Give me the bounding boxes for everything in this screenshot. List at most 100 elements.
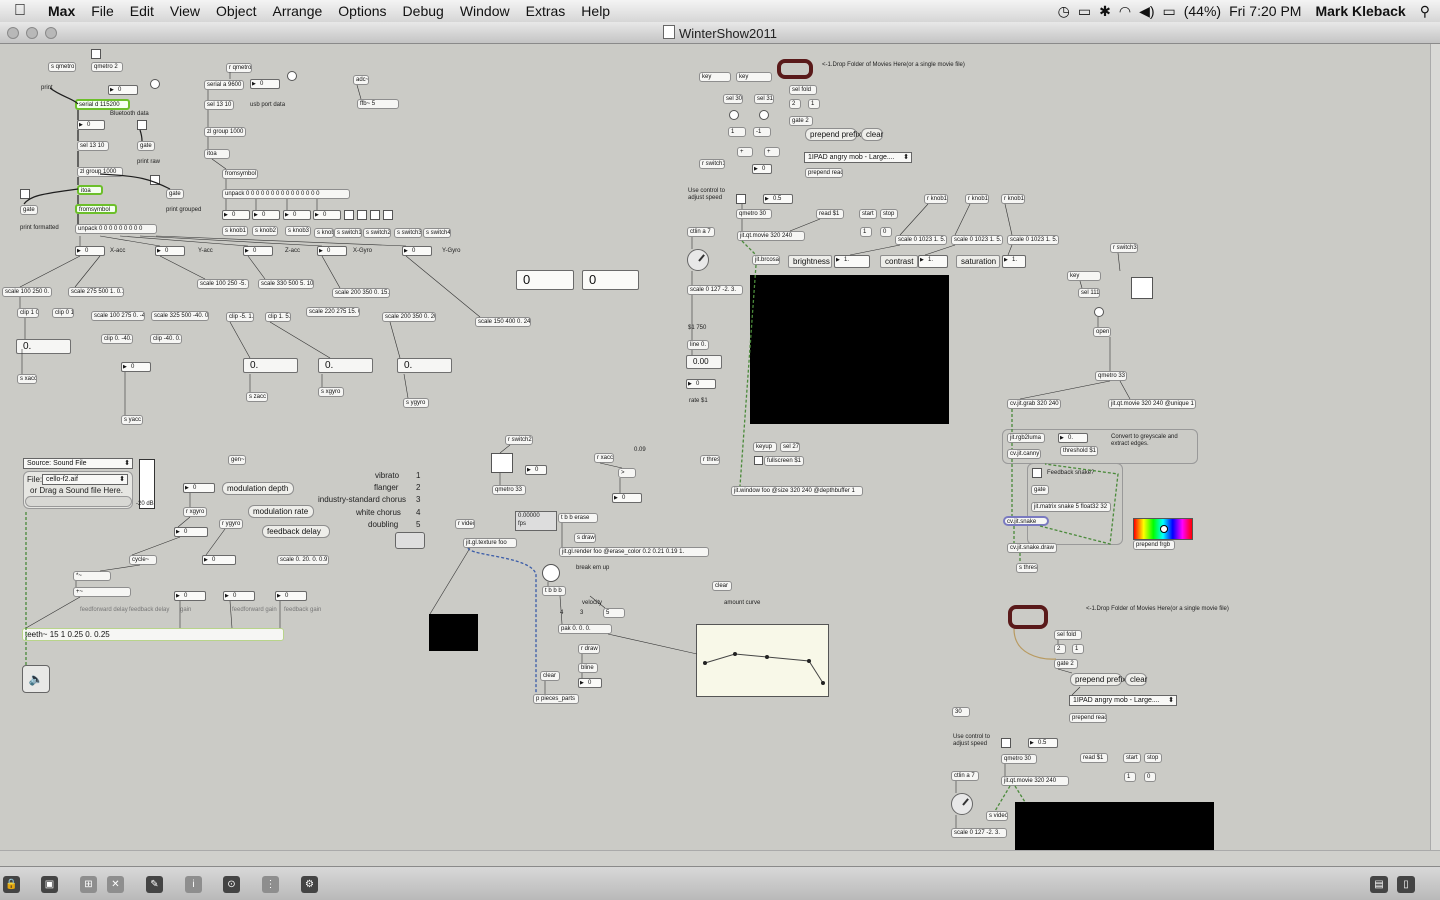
big-number-2[interactable]: 0 (582, 270, 639, 290)
gate-object-2[interactable]: gate (166, 189, 184, 199)
colon-0-message[interactable]: 0 (880, 227, 892, 237)
usb-knob-number-2[interactable]: 0 (252, 210, 280, 220)
menu-help[interactable]: Help (573, 0, 618, 22)
saturation-number[interactable]: 1. (1002, 255, 1026, 268)
menu-object[interactable]: Object (208, 0, 264, 22)
menu-arrange[interactable]: Arrange (264, 0, 330, 22)
jit-window-object[interactable]: jit.window foo @size 320 240 @depthbuffe… (731, 486, 863, 496)
speed-number[interactable]: 0.5 (763, 194, 793, 204)
gate-object-3[interactable]: gate (20, 205, 38, 215)
clip-object-3[interactable]: clip 0. -40. (101, 334, 133, 344)
s-thres-object[interactable]: s thres (1016, 563, 1038, 573)
menubar-user[interactable]: Mark Kleback (1315, 3, 1405, 19)
preset-object[interactable] (395, 532, 425, 549)
start-message-2[interactable]: start (1123, 753, 1141, 763)
serial-d-object[interactable]: serial d 115200 (75, 99, 130, 110)
gl-texture-object[interactable]: jit.gl.texture foo (463, 538, 517, 548)
feedback-toggle[interactable] (1032, 468, 1042, 478)
menu-view[interactable]: View (162, 0, 208, 22)
prepend-prefix-object[interactable]: prepend prefix (805, 128, 861, 141)
r-xgyro-object[interactable]: r xgyro (183, 507, 207, 517)
snake-draw-object[interactable]: cv.jit.snake.draw (1007, 543, 1057, 553)
grid-icon[interactable]: ⋮ (262, 876, 279, 893)
scale-object-4[interactable]: scale 330 500 5. 10. (258, 279, 314, 289)
gl-toggle[interactable] (491, 453, 513, 473)
brightness-number[interactable]: 1. (834, 255, 870, 268)
rgb2luma-object[interactable]: jit.rgb2luma (1007, 433, 1045, 443)
colon-1-message-2b[interactable]: 1 (1124, 772, 1136, 782)
ctl-scale-object-2[interactable]: scale 0 127 -2. 3. (951, 828, 1007, 838)
volume-icon[interactable]: ◀) (1139, 0, 1154, 22)
z-acc-number[interactable]: 0 (243, 246, 273, 256)
single-view-icon[interactable]: ▯ (1397, 876, 1415, 893)
scale-object-3[interactable]: scale 100 250 -5. -2. (197, 279, 249, 289)
scale-object-9[interactable]: scale 200 350 0. 20. (382, 312, 436, 322)
movie-qmetro-object[interactable]: qmetro 30 (736, 209, 772, 219)
ffb-object[interactable]: ffb~ 5 (357, 99, 399, 109)
z-acc-float[interactable]: 0. (243, 358, 298, 373)
feedback-delay-message[interactable]: feedback delay (262, 525, 330, 538)
menu-extras[interactable]: Extras (518, 0, 574, 22)
value-5-object[interactable]: 5 (603, 608, 625, 618)
s-yacc-object[interactable]: s yacc (121, 415, 143, 425)
s-knob-object[interactable]: s knob (314, 228, 334, 238)
msg-1[interactable]: 1 (728, 127, 746, 137)
cv-qmetro-object[interactable]: qmetro 33 (1095, 371, 1127, 381)
gl-render-object[interactable]: jit.gl.render foo @erase_color 0.2 0.21 … (559, 547, 709, 557)
s-zacc-object[interactable]: s zacc (246, 392, 268, 402)
teeth-object[interactable]: teeth~ 15 1 0.25 0. 0.25 (22, 628, 284, 641)
r-switch2-object[interactable]: r switch2 (505, 435, 533, 445)
prepend-read-object-2[interactable]: prepend read (1069, 713, 1107, 723)
mod-depth-number[interactable]: 0 (183, 483, 215, 493)
y-acc-number-small[interactable]: 0 (121, 362, 151, 372)
speed-number-2[interactable]: 0.5 (1028, 738, 1058, 748)
gl-number[interactable]: 0 (525, 465, 547, 475)
menu-app-max[interactable]: Max (40, 0, 83, 22)
usb-itoa-object[interactable]: itoa (204, 149, 230, 159)
rate-float-number[interactable]: 0.00 (686, 355, 722, 369)
clip-object-6[interactable]: clip 1. 5. (265, 312, 291, 322)
menu-window[interactable]: Window (452, 0, 518, 22)
cv-grab-object[interactable]: cv.jit.grab 320 240 (1007, 399, 1061, 409)
s-draw-object[interactable]: s draw (574, 533, 596, 543)
sel-31-object[interactable]: sel 31 (754, 94, 774, 104)
sel-fold-object[interactable]: sel fold (789, 85, 817, 95)
plus-object-b[interactable]: + (764, 147, 780, 157)
menu-file[interactable]: File (83, 0, 122, 22)
s-switch2-object[interactable]: s switch2 (363, 228, 391, 238)
itoa-object[interactable]: itoa (77, 185, 103, 195)
s-switch4-object[interactable]: s switch4 (423, 228, 451, 238)
clip-object-1[interactable]: clip 1 0 (17, 308, 39, 318)
usb-fromsymbol-object[interactable]: fromsymbol (222, 169, 258, 179)
cv-qtmovie-object[interactable]: jit.qt.movie 320 240 @unique 1 (1108, 399, 1196, 409)
cv-bang[interactable] (1094, 307, 1104, 317)
apple-menu-icon[interactable]:  (0, 2, 40, 20)
sel-fold-object-2[interactable]: sel fold (1054, 630, 1082, 640)
battery-icon[interactable]: ▭ (1163, 0, 1176, 22)
r-xacc-object[interactable]: r xacc (594, 453, 614, 463)
modulation-depth-message[interactable]: modulation depth (222, 482, 294, 495)
qmetro-object[interactable]: qmetro 2 (91, 62, 123, 72)
fb-gain-number[interactable]: 0 (275, 591, 307, 601)
stop-message-2[interactable]: stop (1144, 753, 1162, 763)
menu-debug[interactable]: Debug (395, 0, 452, 22)
horizontal-scrollbar[interactable] (0, 850, 1440, 867)
colon-1-message[interactable]: 1 (808, 99, 820, 109)
plus-object-a[interactable]: + (737, 147, 753, 157)
r-video-object[interactable]: r video (455, 519, 475, 529)
usb-knob-number-1[interactable]: 0 (222, 210, 250, 220)
usb-knob-number-3[interactable]: 0 (283, 210, 311, 220)
file-menu[interactable]: cello-f2.aif (42, 474, 128, 485)
wifi-icon[interactable]: ◠ (1119, 0, 1131, 22)
grouped-toggle[interactable] (150, 175, 160, 185)
scale-object-1[interactable]: scale 100 250 0. 1. (2, 287, 52, 297)
s-knob2-object[interactable]: s knob2 (252, 226, 278, 236)
ctl-scale-object[interactable]: scale 0 127 -2. 3. (687, 285, 743, 295)
new-object-icon[interactable]: ⊙ (223, 876, 240, 893)
tbbb-object[interactable]: t b b b (542, 586, 566, 596)
usb-knob-number-4[interactable]: 0 (313, 210, 341, 220)
colon-2-message[interactable]: 2 (789, 99, 801, 109)
sel-13-10-object[interactable]: sel 13 10 (77, 141, 109, 151)
movie-toggle-2[interactable] (1001, 738, 1011, 748)
contrast-number[interactable]: 1. (918, 255, 948, 268)
